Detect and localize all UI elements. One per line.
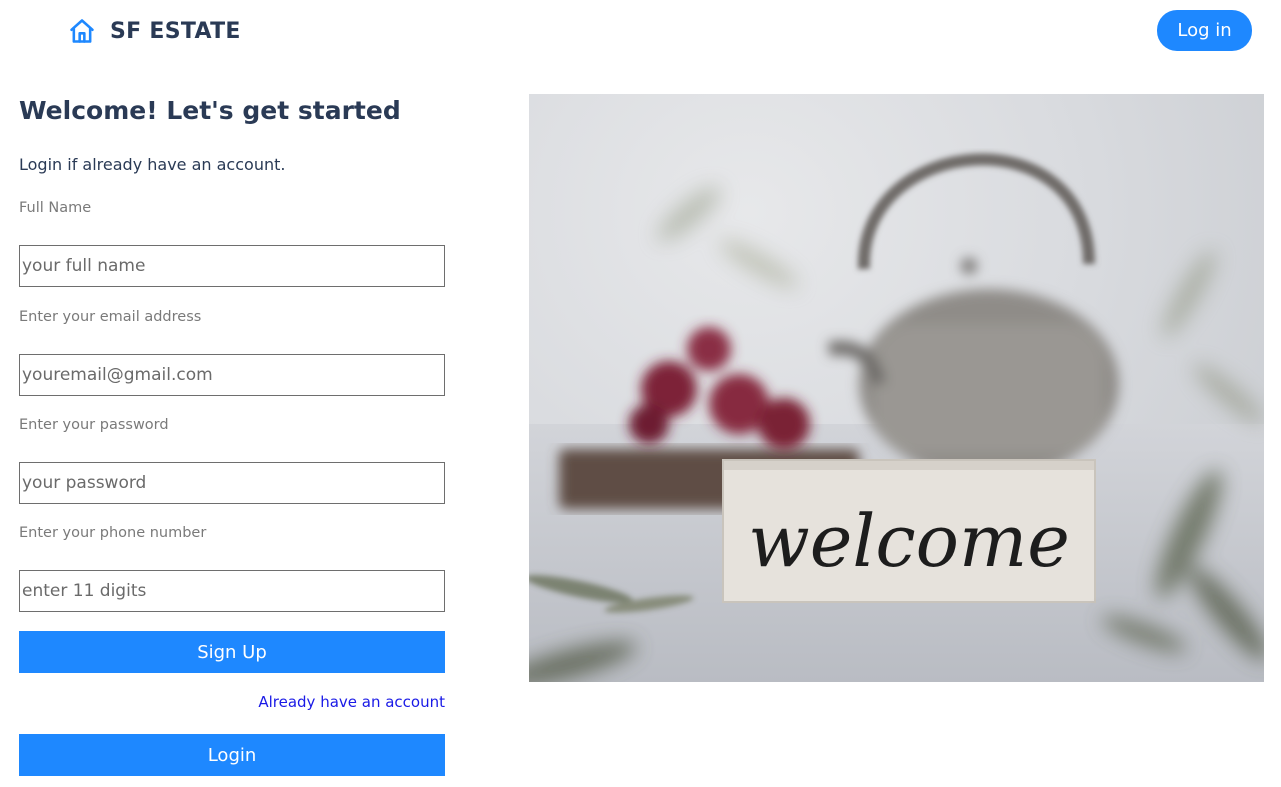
login-button[interactable]: Login bbox=[19, 734, 445, 776]
welcome-sign-text: welcome bbox=[748, 499, 1070, 583]
welcome-photo-illustration: welcome bbox=[529, 153, 1264, 682]
welcome-hero-image: welcome bbox=[529, 94, 1264, 682]
full-name-input[interactable] bbox=[19, 245, 445, 287]
full-name-label: Full Name bbox=[19, 200, 92, 216]
email-label: Enter your email address bbox=[19, 309, 202, 325]
brand-name: SF ESTATE bbox=[110, 18, 241, 44]
header-login-button[interactable]: Log in bbox=[1157, 10, 1252, 51]
page-subtitle: Login if already have an account. bbox=[19, 155, 286, 174]
sign-up-button[interactable]: Sign Up bbox=[19, 631, 445, 673]
already-have-account-link[interactable]: Already have an account bbox=[258, 693, 445, 711]
brand-logo[interactable]: SF ESTATE bbox=[68, 16, 241, 46]
phone-input[interactable] bbox=[19, 570, 445, 612]
page-title: Welcome! Let's get started bbox=[19, 96, 401, 125]
password-input[interactable] bbox=[19, 462, 445, 504]
home-icon bbox=[68, 17, 96, 45]
email-input[interactable] bbox=[19, 354, 445, 396]
password-label: Enter your password bbox=[19, 417, 169, 433]
phone-label: Enter your phone number bbox=[19, 525, 207, 541]
